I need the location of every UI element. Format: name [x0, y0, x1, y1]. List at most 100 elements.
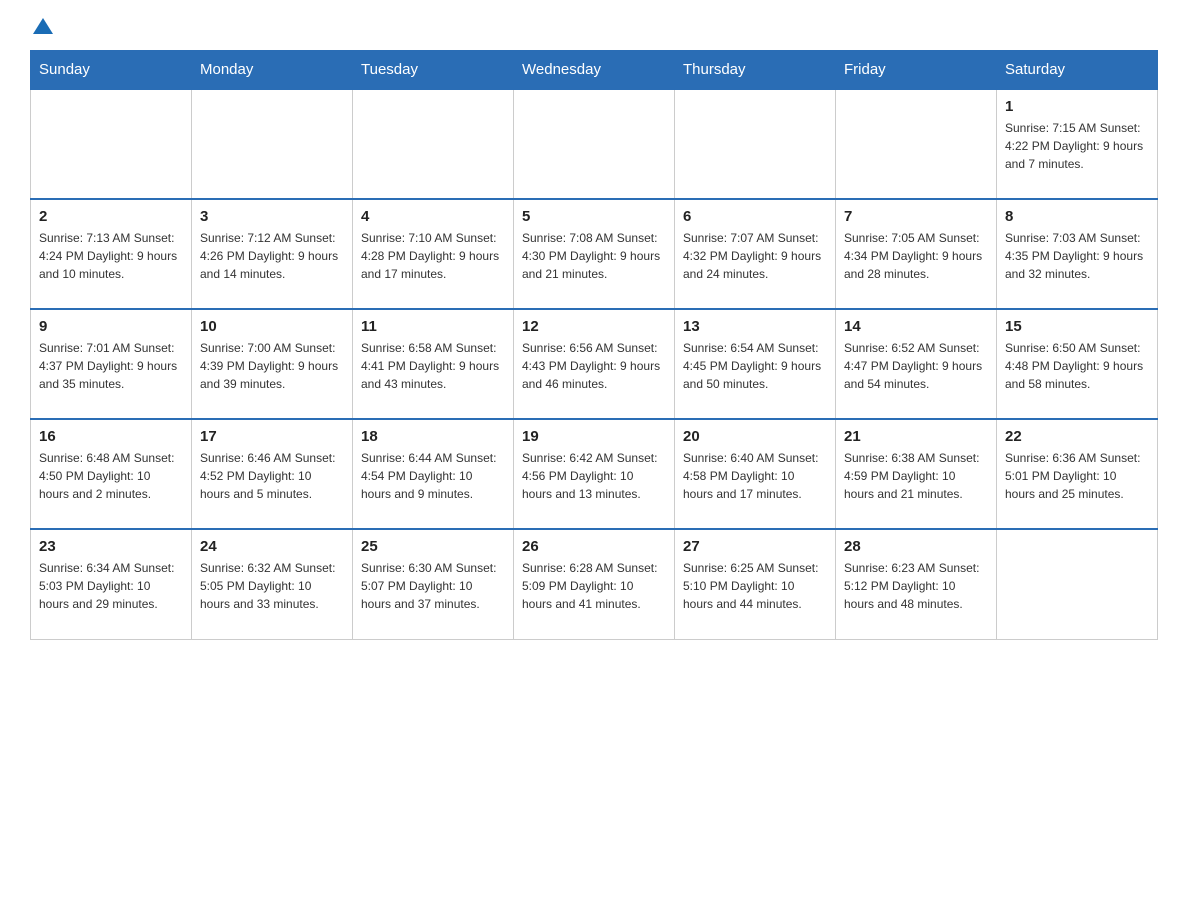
calendar-cell: 9 Sunrise: 7:01 AM Sunset: 4:37 PM Daylig…: [31, 309, 192, 419]
day-info: Sunrise: 6:28 AM Sunset: 5:09 PM Dayligh…: [522, 559, 666, 613]
weekday-header-friday: Friday: [836, 51, 997, 90]
day-info: Sunrise: 6:34 AM Sunset: 5:03 PM Dayligh…: [39, 559, 183, 613]
day-info: Sunrise: 6:52 AM Sunset: 4:47 PM Dayligh…: [844, 339, 988, 393]
day-number: 10: [200, 318, 344, 335]
calendar-cell: 26 Sunrise: 6:28 AM Sunset: 5:09 PM Dayli…: [514, 529, 675, 639]
day-info: Sunrise: 6:48 AM Sunset: 4:50 PM Dayligh…: [39, 449, 183, 503]
day-number: 27: [683, 538, 827, 555]
day-number: 21: [844, 428, 988, 445]
calendar-cell: 13 Sunrise: 6:54 AM Sunset: 4:45 PM Dayli…: [675, 309, 836, 419]
day-number: 20: [683, 428, 827, 445]
day-info: Sunrise: 7:15 AM Sunset: 4:22 PM Dayligh…: [1005, 119, 1149, 173]
day-number: 16: [39, 428, 183, 445]
day-info: Sunrise: 7:05 AM Sunset: 4:34 PM Dayligh…: [844, 229, 988, 283]
calendar-cell: 7 Sunrise: 7:05 AM Sunset: 4:34 PM Daylig…: [836, 199, 997, 309]
day-info: Sunrise: 7:10 AM Sunset: 4:28 PM Dayligh…: [361, 229, 505, 283]
calendar-cell: 6 Sunrise: 7:07 AM Sunset: 4:32 PM Daylig…: [675, 199, 836, 309]
weekday-header-wednesday: Wednesday: [514, 51, 675, 90]
day-number: 2: [39, 208, 183, 225]
calendar-cell: [31, 89, 192, 199]
calendar-cell: 12 Sunrise: 6:56 AM Sunset: 4:43 PM Dayli…: [514, 309, 675, 419]
day-number: 18: [361, 428, 505, 445]
calendar-cell: 15 Sunrise: 6:50 AM Sunset: 4:48 PM Dayli…: [997, 309, 1158, 419]
day-number: 25: [361, 538, 505, 555]
weekday-header-monday: Monday: [192, 51, 353, 90]
logo-triangle-icon: [33, 18, 53, 34]
day-info: Sunrise: 7:07 AM Sunset: 4:32 PM Dayligh…: [683, 229, 827, 283]
calendar-cell: 21 Sunrise: 6:38 AM Sunset: 4:59 PM Dayli…: [836, 419, 997, 529]
day-number: 15: [1005, 318, 1149, 335]
week-row-5: 23 Sunrise: 6:34 AM Sunset: 5:03 PM Dayli…: [31, 529, 1158, 639]
day-info: Sunrise: 6:23 AM Sunset: 5:12 PM Dayligh…: [844, 559, 988, 613]
calendar-cell: 23 Sunrise: 6:34 AM Sunset: 5:03 PM Dayli…: [31, 529, 192, 639]
day-info: Sunrise: 7:08 AM Sunset: 4:30 PM Dayligh…: [522, 229, 666, 283]
day-number: 7: [844, 208, 988, 225]
day-number: 23: [39, 538, 183, 555]
calendar-table: SundayMondayTuesdayWednesdayThursdayFrid…: [30, 50, 1158, 640]
calendar-cell: [514, 89, 675, 199]
day-number: 26: [522, 538, 666, 555]
week-row-4: 16 Sunrise: 6:48 AM Sunset: 4:50 PM Dayli…: [31, 419, 1158, 529]
calendar-cell: 28 Sunrise: 6:23 AM Sunset: 5:12 PM Dayli…: [836, 529, 997, 639]
day-number: 22: [1005, 428, 1149, 445]
day-info: Sunrise: 7:00 AM Sunset: 4:39 PM Dayligh…: [200, 339, 344, 393]
day-number: 19: [522, 428, 666, 445]
day-number: 1: [1005, 98, 1149, 115]
day-info: Sunrise: 6:32 AM Sunset: 5:05 PM Dayligh…: [200, 559, 344, 613]
day-number: 28: [844, 538, 988, 555]
day-number: 17: [200, 428, 344, 445]
calendar-cell: 17 Sunrise: 6:46 AM Sunset: 4:52 PM Dayli…: [192, 419, 353, 529]
day-info: Sunrise: 6:25 AM Sunset: 5:10 PM Dayligh…: [683, 559, 827, 613]
day-info: Sunrise: 6:42 AM Sunset: 4:56 PM Dayligh…: [522, 449, 666, 503]
day-number: 3: [200, 208, 344, 225]
week-row-3: 9 Sunrise: 7:01 AM Sunset: 4:37 PM Daylig…: [31, 309, 1158, 419]
day-info: Sunrise: 6:44 AM Sunset: 4:54 PM Dayligh…: [361, 449, 505, 503]
calendar-cell: 22 Sunrise: 6:36 AM Sunset: 5:01 PM Dayli…: [997, 419, 1158, 529]
day-number: 8: [1005, 208, 1149, 225]
calendar-cell: 5 Sunrise: 7:08 AM Sunset: 4:30 PM Daylig…: [514, 199, 675, 309]
calendar-cell: 3Sunrise: 7:12 AM Sunset: 4:26 PM Daylig…: [192, 199, 353, 309]
weekday-header-saturday: Saturday: [997, 51, 1158, 90]
day-info: Sunrise: 6:58 AM Sunset: 4:41 PM Dayligh…: [361, 339, 505, 393]
calendar-cell: 2Sunrise: 7:13 AM Sunset: 4:24 PM Daylig…: [31, 199, 192, 309]
calendar-cell: [675, 89, 836, 199]
calendar-cell: 11 Sunrise: 6:58 AM Sunset: 4:41 PM Dayli…: [353, 309, 514, 419]
day-number: 24: [200, 538, 344, 555]
calendar-cell: [997, 529, 1158, 639]
calendar-cell: 1 Sunrise: 7:15 AM Sunset: 4:22 PM Daylig…: [997, 89, 1158, 199]
day-info: Sunrise: 6:54 AM Sunset: 4:45 PM Dayligh…: [683, 339, 827, 393]
day-number: 5: [522, 208, 666, 225]
day-info: Sunrise: 6:30 AM Sunset: 5:07 PM Dayligh…: [361, 559, 505, 613]
day-number: 13: [683, 318, 827, 335]
calendar-cell: 20 Sunrise: 6:40 AM Sunset: 4:58 PM Dayli…: [675, 419, 836, 529]
day-number: 12: [522, 318, 666, 335]
day-info: Sunrise: 6:38 AM Sunset: 4:59 PM Dayligh…: [844, 449, 988, 503]
calendar-cell: [353, 89, 514, 199]
page-header: [30, 20, 1158, 34]
calendar-cell: [192, 89, 353, 199]
day-info: Sunrise: 7:01 AM Sunset: 4:37 PM Dayligh…: [39, 339, 183, 393]
day-number: 9: [39, 318, 183, 335]
calendar-cell: 25 Sunrise: 6:30 AM Sunset: 5:07 PM Dayli…: [353, 529, 514, 639]
logo: [30, 20, 53, 34]
calendar-cell: 18 Sunrise: 6:44 AM Sunset: 4:54 PM Dayli…: [353, 419, 514, 529]
day-number: 6: [683, 208, 827, 225]
calendar-cell: 14 Sunrise: 6:52 AM Sunset: 4:47 PM Dayli…: [836, 309, 997, 419]
calendar-cell: 10 Sunrise: 7:00 AM Sunset: 4:39 PM Dayli…: [192, 309, 353, 419]
weekday-header-sunday: Sunday: [31, 51, 192, 90]
day-info: Sunrise: 6:40 AM Sunset: 4:58 PM Dayligh…: [683, 449, 827, 503]
day-info: Sunrise: 6:50 AM Sunset: 4:48 PM Dayligh…: [1005, 339, 1149, 393]
day-info: Sunrise: 6:46 AM Sunset: 4:52 PM Dayligh…: [200, 449, 344, 503]
calendar-cell: 24 Sunrise: 6:32 AM Sunset: 5:05 PM Dayli…: [192, 529, 353, 639]
day-info: Sunrise: 6:56 AM Sunset: 4:43 PM Dayligh…: [522, 339, 666, 393]
weekday-header-thursday: Thursday: [675, 51, 836, 90]
day-info: Sunrise: 6:36 AM Sunset: 5:01 PM Dayligh…: [1005, 449, 1149, 503]
day-info: Sunrise: 7:03 AM Sunset: 4:35 PM Dayligh…: [1005, 229, 1149, 283]
day-number: 4: [361, 208, 505, 225]
week-row-2: 2Sunrise: 7:13 AM Sunset: 4:24 PM Daylig…: [31, 199, 1158, 309]
day-number: 14: [844, 318, 988, 335]
day-number: 11: [361, 318, 505, 335]
week-row-1: 1 Sunrise: 7:15 AM Sunset: 4:22 PM Daylig…: [31, 89, 1158, 199]
weekday-header-tuesday: Tuesday: [353, 51, 514, 90]
calendar-cell: 4 Sunrise: 7:10 AM Sunset: 4:28 PM Daylig…: [353, 199, 514, 309]
